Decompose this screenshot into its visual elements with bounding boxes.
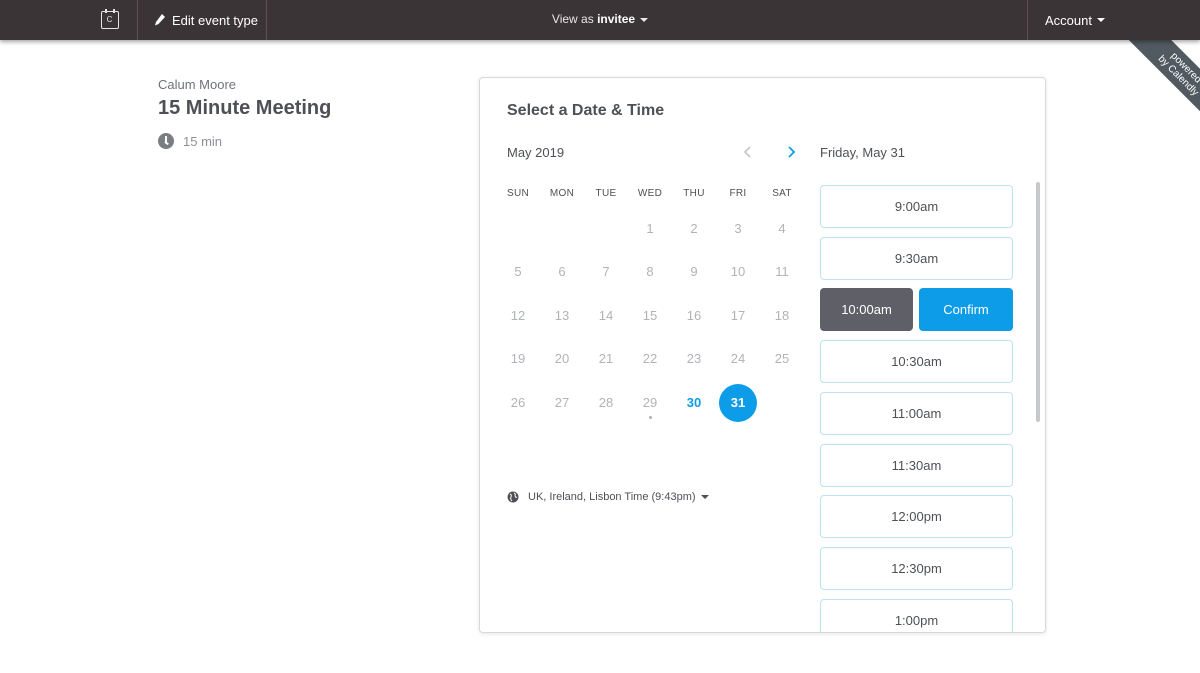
time-slot[interactable]: 12:30pm — [820, 546, 1013, 590]
timezone-label: UK, Ireland, Lisbon Time (9:43pm) — [528, 491, 696, 503]
account-dropdown[interactable]: Account — [1027, 0, 1200, 40]
view-as-dropdown[interactable]: View as invitee — [0, 12, 1200, 26]
calendar-day: 17 — [730, 308, 746, 323]
confirm-button[interactable]: Confirm — [919, 288, 1013, 332]
view-as-prefix: View as — [551, 12, 594, 26]
weekday-label: WED — [637, 188, 663, 199]
ribbon-line-2: by Calendly — [1155, 53, 1200, 99]
calendar-day: 1 — [646, 221, 654, 236]
calendar-day: 22 — [642, 351, 658, 366]
calendar-day: 21 — [598, 351, 614, 366]
calendar-day: 14 — [598, 308, 614, 323]
weekday-label: TUE — [595, 188, 617, 199]
time-slot[interactable]: 9:00am — [820, 185, 1013, 228]
time-slot[interactable]: 9:30am — [820, 236, 1013, 280]
time-slot[interactable]: 11:00am — [820, 391, 1013, 435]
globe-icon — [507, 491, 519, 503]
booking-card: Select a Date & Time May 2019 SUN MON TUE W… — [479, 77, 1046, 633]
calendar-day: 27 — [554, 395, 570, 410]
calendar-day: 24 — [730, 351, 746, 366]
chevron-down-icon — [1096, 18, 1105, 22]
calendar-day: 23 — [686, 351, 702, 366]
event-duration: 15 min — [158, 133, 222, 149]
duration-label: 15 min — [183, 133, 223, 149]
calendar-day: 3 — [734, 221, 742, 236]
top-nav-bar: C Edit event type View as invitee Accoun… — [0, 0, 1200, 40]
time-slot[interactable]: 12:00pm — [820, 495, 1013, 539]
calendar-day: 16 — [686, 308, 702, 323]
organizer-name: Calum Moore — [158, 77, 237, 92]
weekday-label: SUN — [506, 188, 529, 199]
calendar-day: 19 — [510, 351, 526, 366]
chevron-down-icon — [700, 495, 709, 499]
calendar-day: 10 — [730, 264, 746, 279]
booking-title: Select a Date & Time — [507, 102, 665, 119]
calendar-day: 8 — [646, 264, 654, 279]
calendar-day: 25 — [774, 351, 790, 366]
account-label: Account — [1045, 12, 1092, 28]
time-slot-selected[interactable]: 10:00am — [820, 288, 913, 332]
calendar-day: 5 — [514, 264, 522, 279]
calendar-day: 9 — [690, 264, 698, 279]
weekday-label: FRI — [729, 188, 747, 199]
event-title: 15 Minute Meeting — [158, 97, 332, 119]
calendar-day[interactable]: 30 — [675, 384, 713, 422]
chevron-left-icon[interactable] — [742, 145, 754, 159]
today-indicator-dot — [648, 416, 652, 419]
time-slot[interactable]: 10:30am — [820, 340, 1013, 384]
calendar-day: 15 — [642, 308, 658, 323]
time-slot[interactable]: 1:00pm — [820, 598, 1013, 632]
calendar-day: 2 — [690, 221, 698, 236]
view-as-mode: invitee — [597, 12, 636, 26]
time-slot[interactable]: 11:30am — [820, 443, 1013, 487]
clock-icon — [158, 133, 174, 149]
calendar-day[interactable]: 31 — [719, 384, 757, 422]
calendar-day: 7 — [602, 264, 610, 279]
calendar-day: 6 — [558, 264, 566, 279]
calendar-day: 4 — [778, 221, 786, 236]
weekday-label: MON — [549, 188, 575, 199]
calendar-day: 26 — [510, 395, 526, 410]
weekday-label: THU — [683, 188, 705, 199]
slot-scrollbar[interactable] — [1036, 182, 1040, 422]
selected-date-label: Friday, May 31 — [820, 145, 906, 160]
chevron-down-icon — [640, 17, 649, 22]
weekday-label: SAT — [772, 188, 792, 199]
calendar-day: 20 — [554, 351, 570, 366]
calendar-day: 11 — [775, 264, 789, 279]
calendar-month-label: May 2019 — [507, 145, 565, 160]
timezone-selector[interactable]: UK, Ireland, Lisbon Time (9:43pm) — [507, 491, 709, 503]
powered-by-ribbon[interactable]: powered by Calendly — [1110, 40, 1200, 130]
calendar-day: 18 — [774, 308, 790, 323]
chevron-right-icon[interactable] — [785, 145, 797, 159]
calendar-day: 12 — [510, 308, 526, 323]
calendar-day: 13 — [554, 308, 570, 323]
calendar-day: 28 — [598, 395, 614, 410]
